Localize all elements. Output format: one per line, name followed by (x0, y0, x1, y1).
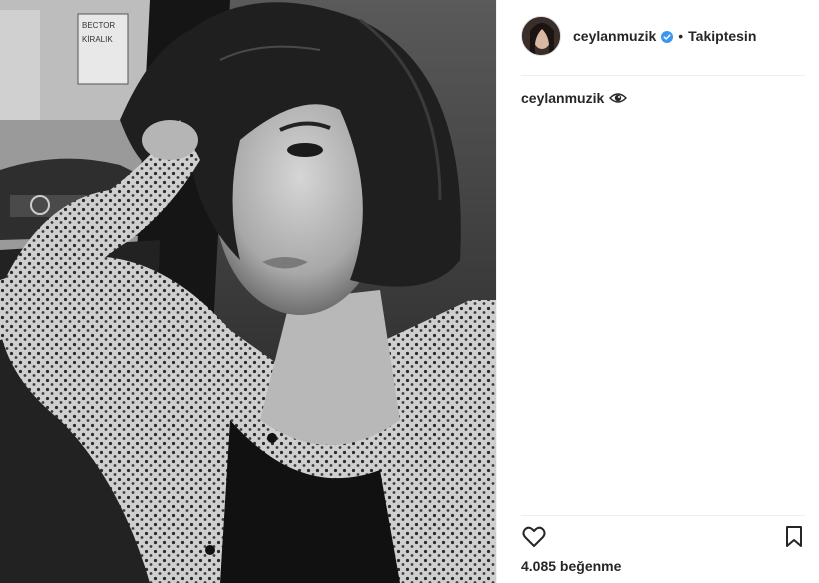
avatar-image (522, 17, 560, 55)
verified-badge-icon (661, 30, 674, 43)
save-button[interactable] (783, 524, 805, 550)
caption-username-link[interactable]: ceylanmuzik (521, 90, 604, 106)
post-actions (521, 524, 805, 552)
header-divider (521, 75, 805, 76)
likes-count[interactable]: 4.085 beğenme (521, 558, 621, 574)
username-link[interactable]: ceylanmuzik (573, 28, 656, 44)
post-side-panel: ceylanmuzik • Takiptesin ceylanmuzik 4.0… (496, 0, 819, 583)
like-button[interactable] (521, 524, 547, 550)
heart-icon (522, 526, 546, 547)
avatar[interactable] (521, 16, 561, 56)
sign-text-2: KİRALIK (82, 35, 113, 44)
follow-status-button[interactable]: Takiptesin (688, 28, 756, 44)
post-caption: ceylanmuzik (521, 90, 628, 106)
post-photo[interactable]: BECTOR KİRALIK (0, 0, 496, 583)
sign-text-1: BECTOR (82, 21, 115, 30)
bookmark-icon (786, 526, 802, 547)
eye-icon (609, 91, 628, 105)
post-header: ceylanmuzik • Takiptesin (521, 14, 805, 58)
actions-divider (521, 515, 805, 516)
separator-dot: • (678, 28, 684, 44)
post-photo-image: BECTOR KİRALIK (0, 0, 496, 583)
